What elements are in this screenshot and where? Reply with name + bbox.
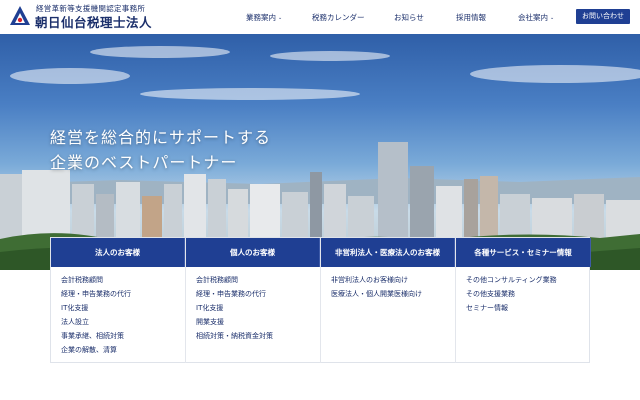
service-column-seminars: 各種サービス・セミナー情報 その他コンサルティング業務 その他支援業務 セミナー… [456, 238, 591, 363]
services-panel: 法人のお客様 会計税務顧問 経理・申告業務の代行 IT化支援 法人設立 事業承継… [50, 237, 591, 363]
service-link[interactable]: 会計税務顧問 [61, 273, 185, 287]
service-link[interactable]: IT化支援 [196, 301, 320, 315]
nav-services[interactable]: 業務案内 ⌄ [246, 12, 282, 23]
service-link[interactable]: 事業承継、相続対策 [61, 329, 185, 343]
hero-banner: 経営を総合的にサポートする 企業のベストパートナー [0, 34, 640, 270]
service-link[interactable]: 企業の解散、清算 [61, 343, 185, 357]
service-link[interactable]: 会計税務顧問 [196, 273, 320, 287]
service-link[interactable]: 法人設立 [61, 315, 185, 329]
company-logo-icon[interactable] [9, 5, 31, 27]
service-column-title[interactable]: 個人のお客様 [186, 238, 320, 267]
nav-tax-calendar-label: 税務カレンダー [312, 13, 365, 22]
site-header: 経営革新等支援機関認定事務所 朝日仙台税理士法人 業務案内 ⌄ 税務カレンダー お… [0, 0, 640, 34]
service-link[interactable]: 経理・申告業務の代行 [61, 287, 185, 301]
service-column-title[interactable]: 非営利法人・医療法人のお客様 [321, 238, 455, 267]
hero-tagline-line1: 経営を総合的にサポートする [50, 128, 272, 147]
service-link[interactable]: その他支援業務 [466, 287, 591, 301]
contact-button[interactable]: お問い合わせ [576, 9, 630, 24]
service-link[interactable]: 経理・申告業務の代行 [196, 287, 320, 301]
nav-news-label: お知らせ [394, 13, 424, 22]
nav-company[interactable]: 会社案内 ⌄ [518, 12, 554, 23]
nav-company-label: 会社案内 [518, 13, 548, 22]
service-link[interactable]: 非営利法人のお客様向け [331, 273, 455, 287]
service-column-title[interactable]: 各種サービス・セミナー情報 [456, 238, 591, 267]
logo-company-name[interactable]: 朝日仙台税理士法人 [35, 12, 152, 31]
nav-services-label: 業務案内 [246, 13, 276, 22]
service-link-list: その他コンサルティング業務 その他支援業務 セミナー情報 [456, 267, 591, 315]
hero-tagline-line2: 企業のベストパートナー [50, 153, 238, 172]
service-column-nonprofit-medical: 非営利法人・医療法人のお客様 非営利法人のお客様向け 医療法人・個人開業医様向け [321, 238, 456, 363]
service-link[interactable]: 相続対策・納税資金対策 [196, 329, 320, 343]
nav-tax-calendar[interactable]: 税務カレンダー [312, 12, 365, 23]
service-column-title[interactable]: 法人のお客様 [51, 238, 185, 267]
service-link-list: 会計税務顧問 経理・申告業務の代行 IT化支援 法人設立 事業承継、相続対策 企… [51, 267, 185, 357]
chevron-down-icon: ⌄ [278, 15, 283, 21]
nav-recruit[interactable]: 採用情報 [456, 12, 486, 23]
service-column-individual: 個人のお客様 会計税務顧問 経理・申告業務の代行 IT化支援 開業支援 相続対策… [186, 238, 321, 363]
service-link-list: 非営利法人のお客様向け 医療法人・個人開業医様向け [321, 267, 455, 301]
nav-news[interactable]: お知らせ [394, 12, 424, 23]
service-link[interactable]: 医療法人・個人開業医様向け [331, 287, 455, 301]
service-link[interactable]: IT化支援 [61, 301, 185, 315]
service-link-list: 会計税務顧問 経理・申告業務の代行 IT化支援 開業支援 相続対策・納税資金対策 [186, 267, 320, 343]
service-column-corporate: 法人のお客様 会計税務顧問 経理・申告業務の代行 IT化支援 法人設立 事業承継… [51, 238, 186, 363]
service-link[interactable]: セミナー情報 [466, 301, 591, 315]
service-link[interactable]: その他コンサルティング業務 [466, 273, 591, 287]
service-link[interactable]: 開業支援 [196, 315, 320, 329]
nav-recruit-label: 採用情報 [456, 13, 486, 22]
chevron-down-icon: ⌄ [550, 15, 555, 21]
